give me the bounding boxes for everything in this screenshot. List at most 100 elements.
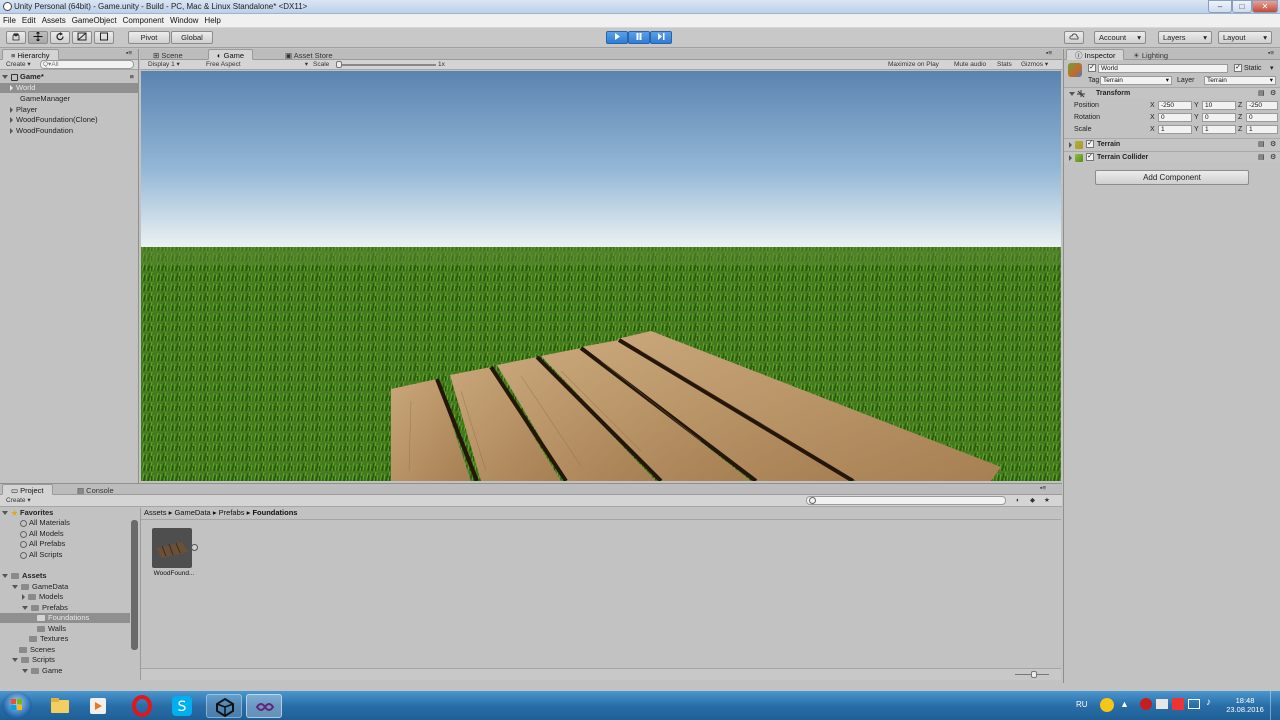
- gear-icon[interactable]: ⚙: [1270, 153, 1276, 162]
- folder-textures[interactable]: Textures: [0, 634, 138, 644]
- pause-button[interactable]: [628, 31, 650, 44]
- breadcrumb-assets[interactable]: Assets: [144, 508, 167, 517]
- tab-project[interactable]: ▭ Project: [2, 484, 53, 495]
- tab-scene[interactable]: ⊞ Scene: [144, 49, 192, 60]
- breadcrumb-gamedata[interactable]: GameData: [174, 508, 210, 517]
- taskbar-media-player[interactable]: [80, 694, 116, 718]
- network-icon[interactable]: [1188, 699, 1200, 709]
- folder-walls[interactable]: Walls: [0, 624, 138, 634]
- project-search-input[interactable]: [806, 496, 1006, 505]
- pivot-toggle[interactable]: Pivot: [128, 31, 170, 44]
- reference-book-icon[interactable]: ▤: [1258, 89, 1265, 98]
- folder-gamedata[interactable]: GameData: [0, 582, 138, 592]
- rect-tool-button[interactable]: [94, 31, 114, 44]
- tab-inspector[interactable]: ⓘ Inspector: [1066, 49, 1125, 60]
- gear-icon[interactable]: ⚙: [1270, 89, 1276, 98]
- taskbar-unity[interactable]: [206, 694, 242, 718]
- scale-slider-handle[interactable]: [336, 61, 342, 68]
- panel-menu-icon[interactable]: ▪≡: [126, 50, 132, 58]
- asset-thumbnail-woodfoundation[interactable]: [152, 528, 192, 568]
- taskbar-opera[interactable]: [124, 694, 160, 718]
- terrain-collider-component-header[interactable]: ✓ Terrain Collider ▤ ⚙: [1064, 151, 1280, 163]
- hierarchy-item-player[interactable]: Player: [0, 105, 138, 115]
- menu-assets[interactable]: Assets: [39, 14, 69, 28]
- prefab-expand-icon[interactable]: [191, 544, 198, 551]
- scale-z-field[interactable]: 1: [1246, 125, 1278, 134]
- mute-audio-toggle[interactable]: Mute audio: [954, 61, 986, 69]
- tab-console[interactable]: ▤ Console: [68, 484, 123, 495]
- scale-slider-track[interactable]: [336, 64, 436, 66]
- step-button[interactable]: [650, 31, 672, 44]
- show-desktop-button[interactable]: [1270, 691, 1280, 720]
- breadcrumb-prefabs[interactable]: Prefabs: [219, 508, 245, 517]
- reference-book-icon[interactable]: ▤: [1258, 140, 1265, 149]
- position-x-field[interactable]: -250: [1158, 101, 1192, 110]
- active-checkbox[interactable]: ✓: [1088, 64, 1096, 72]
- favorite-all-prefabs[interactable]: All Prefabs: [0, 539, 138, 549]
- tray-display-icon[interactable]: [1156, 699, 1168, 709]
- folder-game[interactable]: Game: [0, 666, 138, 676]
- tray-opera-icon[interactable]: [1140, 698, 1152, 710]
- reference-book-icon[interactable]: ▤: [1258, 153, 1265, 162]
- scene-row[interactable]: Game* ≡: [0, 72, 138, 82]
- hierarchy-create-button[interactable]: Create ▾: [6, 61, 31, 69]
- project-create-button[interactable]: Create ▾: [6, 497, 31, 505]
- panel-menu-icon[interactable]: ▪≡: [1040, 485, 1046, 493]
- position-z-field[interactable]: -250: [1246, 101, 1278, 110]
- aspect-dropdown[interactable]: Free Aspect ▾: [206, 61, 308, 69]
- menu-component[interactable]: Component: [120, 14, 167, 28]
- favorite-all-models[interactable]: All Models: [0, 529, 138, 539]
- display-dropdown[interactable]: Display 1 ▾: [148, 61, 180, 69]
- cloud-button[interactable]: [1064, 31, 1084, 44]
- terrain-enabled-checkbox[interactable]: ✓: [1086, 140, 1094, 148]
- folder-models[interactable]: Models: [0, 592, 138, 602]
- static-dropdown-arrow-icon[interactable]: ▾: [1270, 64, 1274, 73]
- position-y-field[interactable]: 10: [1202, 101, 1236, 110]
- tag-dropdown[interactable]: Terrain ▾: [1100, 76, 1172, 85]
- taskbar-explorer[interactable]: [42, 694, 78, 718]
- hierarchy-item-woodfoundation[interactable]: WoodFoundation: [0, 126, 138, 136]
- filter-by-label-icon[interactable]: ◆: [1030, 497, 1035, 505]
- menu-edit[interactable]: Edit: [19, 14, 39, 28]
- rotation-x-field[interactable]: 0: [1158, 113, 1192, 122]
- rotate-tool-button[interactable]: [50, 31, 70, 44]
- action-center-icon[interactable]: [1100, 698, 1114, 712]
- tab-game[interactable]: ◐ Game: [208, 49, 254, 60]
- gizmos-dropdown[interactable]: Gizmos ▾: [1021, 61, 1048, 69]
- taskbar-skype[interactable]: S: [164, 694, 200, 718]
- panel-menu-icon[interactable]: ▪≡: [1046, 50, 1052, 58]
- hand-tool-button[interactable]: [6, 31, 26, 44]
- maximize-on-play-toggle[interactable]: Maximize on Play: [888, 61, 939, 69]
- terrain-collider-enabled-checkbox[interactable]: ✓: [1086, 153, 1094, 161]
- scale-x-field[interactable]: 1: [1158, 125, 1192, 134]
- favorite-all-materials[interactable]: All Materials: [0, 518, 138, 528]
- static-checkbox[interactable]: ✓: [1234, 64, 1242, 72]
- layers-dropdown[interactable]: Layers ▾: [1158, 31, 1212, 44]
- menu-gameobject[interactable]: GameObject: [69, 14, 120, 28]
- folder-prefabs[interactable]: Prefabs: [0, 603, 138, 613]
- tab-lighting[interactable]: ☀ Lighting: [1124, 49, 1177, 60]
- scene-menu-icon[interactable]: ≡: [130, 72, 134, 82]
- folder-tree-scrollbar[interactable]: [131, 520, 138, 650]
- folder-scenes[interactable]: Scenes: [0, 645, 138, 655]
- stats-toggle[interactable]: Stats: [997, 61, 1012, 69]
- hierarchy-item-woodfoundation-clone[interactable]: WoodFoundation(Clone): [0, 115, 138, 125]
- transform-component-header[interactable]: Transform ▤ ⚙: [1064, 87, 1280, 99]
- favorite-star-icon[interactable]: ★: [1044, 497, 1050, 505]
- rotation-z-field[interactable]: 0: [1246, 113, 1278, 122]
- tray-expand-icon[interactable]: ▲: [1120, 699, 1129, 709]
- global-toggle[interactable]: Global: [171, 31, 213, 44]
- add-component-button[interactable]: Add Component: [1095, 170, 1249, 185]
- volume-icon[interactable]: ♪: [1206, 697, 1211, 708]
- hierarchy-search-input[interactable]: Q▾All: [40, 60, 134, 69]
- tab-hierarchy[interactable]: ≡ Hierarchy: [2, 49, 59, 60]
- menu-help[interactable]: Help: [201, 14, 223, 28]
- tray-pdf-icon[interactable]: [1172, 698, 1184, 710]
- folder-scripts[interactable]: Scripts: [0, 655, 138, 665]
- scale-y-field[interactable]: 1: [1202, 125, 1236, 134]
- minimize-button[interactable]: –: [1208, 0, 1232, 13]
- layout-dropdown[interactable]: Layout ▾: [1218, 31, 1272, 44]
- tab-asset-store[interactable]: ▣ Asset Store: [276, 49, 342, 60]
- layer-dropdown[interactable]: Terrain ▾: [1204, 76, 1276, 85]
- menu-window[interactable]: Window: [167, 14, 201, 28]
